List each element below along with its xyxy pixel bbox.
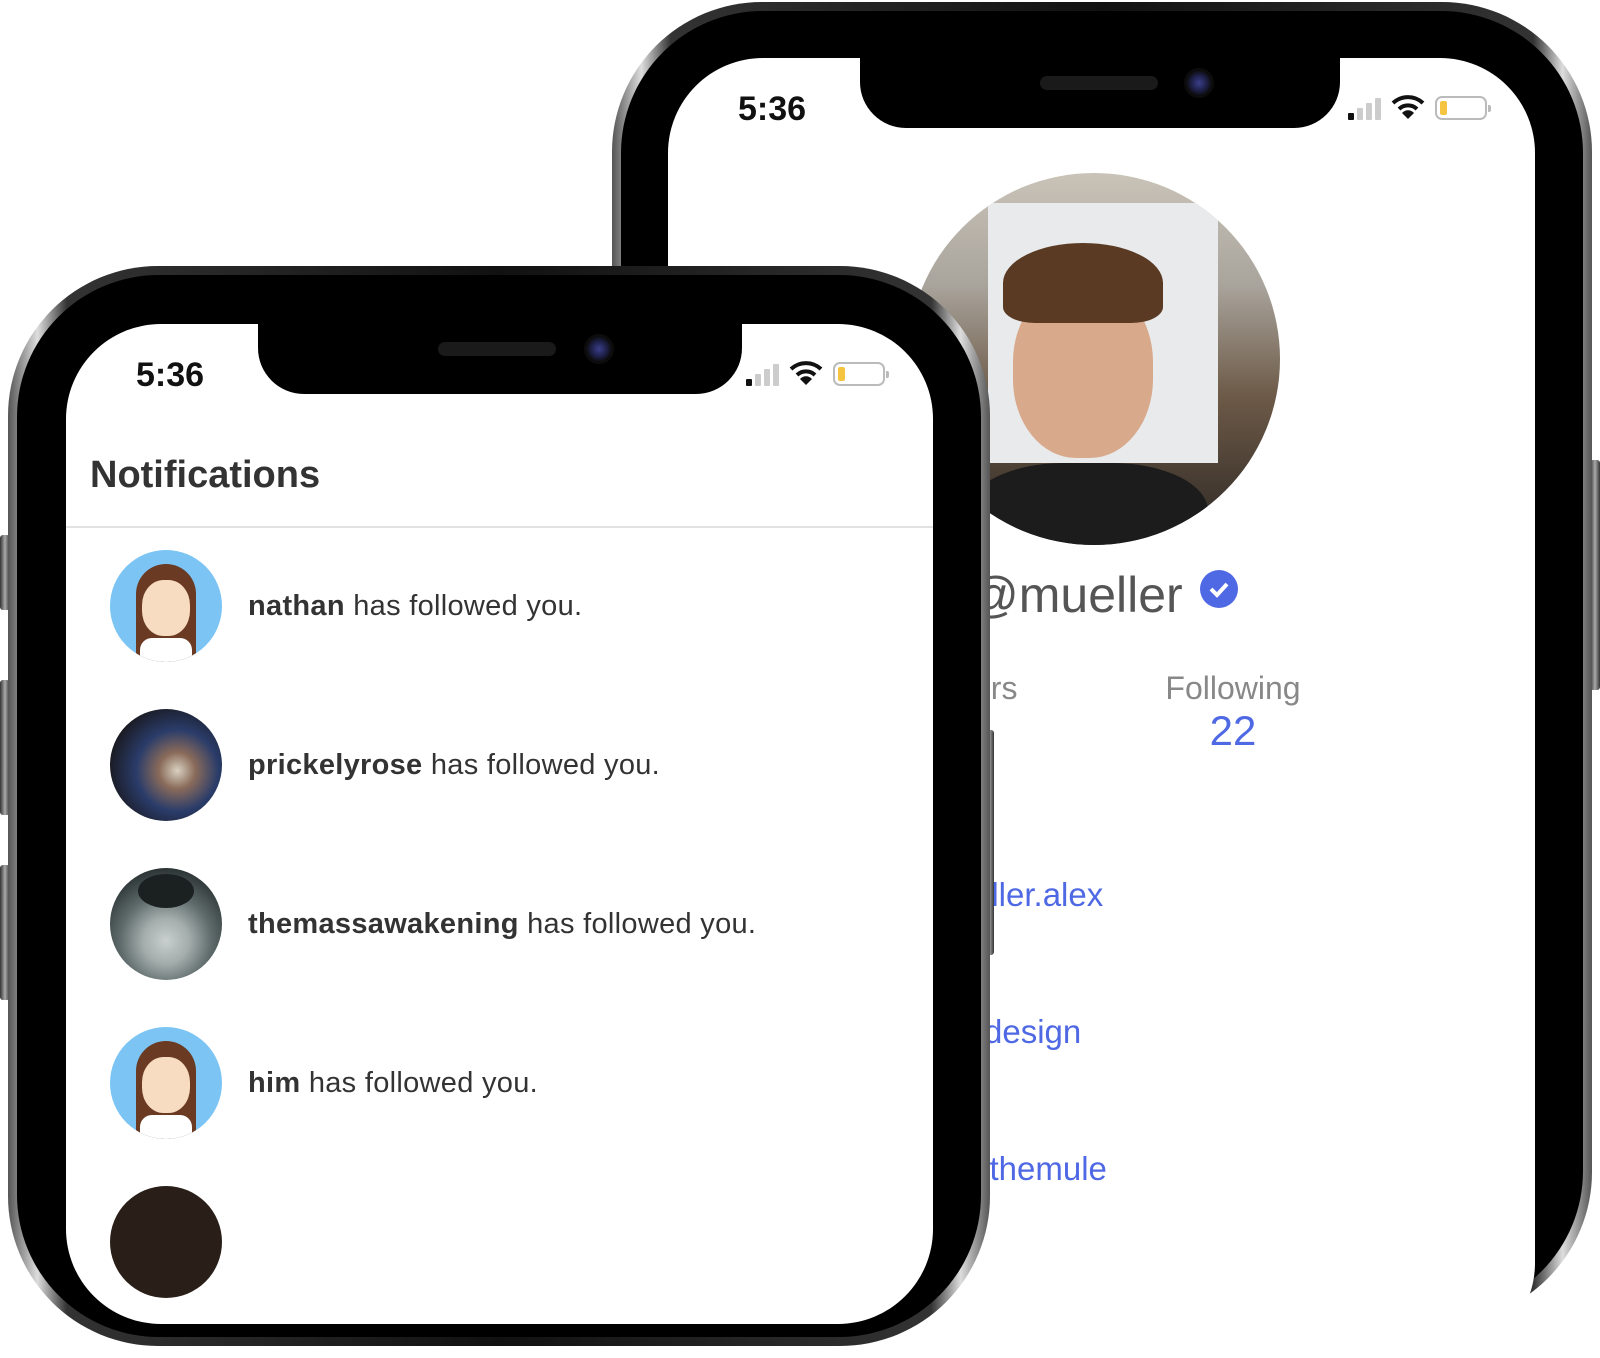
avatar <box>110 868 222 980</box>
status-time: 5:36 <box>738 90 807 128</box>
avatar <box>110 1027 222 1139</box>
username[interactable]: prickelyrose <box>248 749 423 781</box>
signal-icon <box>746 364 779 386</box>
wifi-icon <box>789 361 823 385</box>
notifications-screen: 5:36 Notifications nathan has followed y… <box>66 324 933 1324</box>
divider <box>66 526 933 528</box>
avatar <box>110 550 222 662</box>
following-stat[interactable]: Following 22 <box>1158 670 1308 755</box>
username[interactable]: him <box>248 1067 300 1099</box>
wifi-icon <box>1391 95 1425 119</box>
username[interactable]: nathan <box>248 590 345 622</box>
avatar <box>110 1186 222 1298</box>
status-icons <box>1348 94 1491 120</box>
notch <box>258 324 742 394</box>
status-icons <box>746 360 889 386</box>
following-label: Following <box>1165 670 1301 706</box>
following-count: 22 <box>1209 707 1257 754</box>
page-title: Notifications <box>90 454 321 496</box>
battery-icon <box>833 362 889 386</box>
signal-icon <box>1348 98 1381 120</box>
status-time: 5:36 <box>136 356 205 394</box>
notification-item[interactable]: prickelyrose has followed you. <box>110 709 660 821</box>
notification-text: themassawakening has followed you. <box>248 907 757 940</box>
profile-link[interactable]: xthemule <box>973 1150 1107 1188</box>
notification-text: him has followed you. <box>248 1066 539 1099</box>
notification-text: nathan has followed you. <box>248 589 583 622</box>
notch <box>860 58 1340 128</box>
notification-item[interactable]: him has followed you. <box>110 1027 538 1139</box>
profile-username: @mueller <box>968 567 1183 623</box>
notification-text: prickelyrose has followed you. <box>248 748 661 781</box>
battery-icon <box>1435 96 1491 120</box>
verified-badge-icon <box>1200 570 1238 608</box>
notification-item[interactable]: nathan has followed you. <box>110 550 582 662</box>
username[interactable]: themassawakening <box>248 908 519 940</box>
notification-item[interactable]: themassawakening has followed you. <box>110 868 756 980</box>
avatar <box>110 709 222 821</box>
